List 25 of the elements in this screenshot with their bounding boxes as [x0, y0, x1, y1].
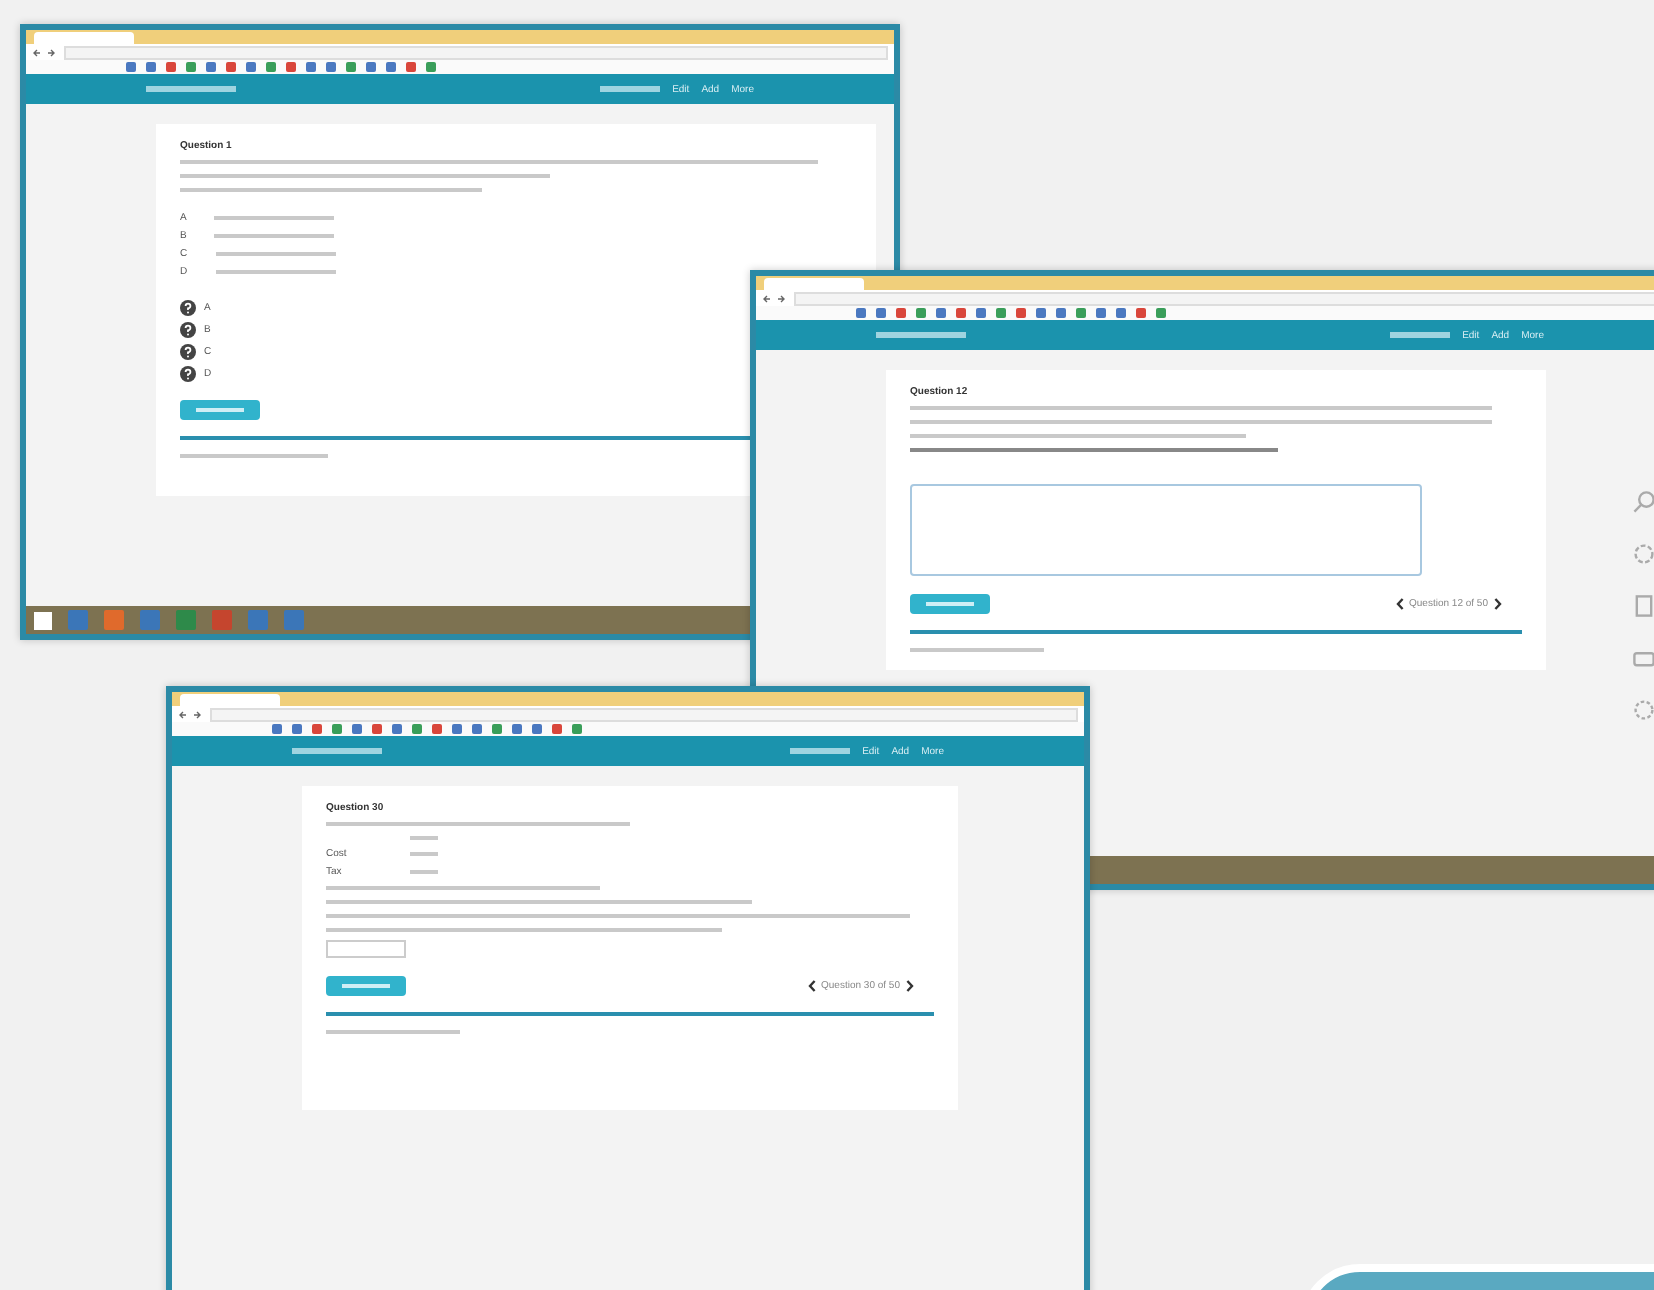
submit-button[interactable] — [910, 594, 990, 614]
option-text-line — [215, 270, 336, 274]
device-icon[interactable] — [1632, 646, 1654, 670]
navigation-arrows-icon[interactable] — [178, 709, 202, 719]
option-text-line — [214, 234, 335, 238]
help-icon[interactable] — [180, 344, 196, 360]
blurred-text-line — [410, 836, 438, 840]
blurred-text-line — [410, 852, 438, 856]
dropdown-field[interactable] — [326, 940, 406, 958]
search-icon[interactable] — [1632, 490, 1654, 514]
help-icon[interactable] — [180, 300, 196, 316]
blurred-text-line — [410, 870, 438, 874]
navigation-arrows-icon[interactable] — [762, 293, 786, 303]
navigation-arrows-icon[interactable] — [32, 47, 56, 57]
option-text-line — [215, 252, 336, 256]
help-icon[interactable] — [180, 366, 196, 382]
submit-button[interactable] — [180, 400, 260, 420]
answer-box[interactable] — [910, 484, 1422, 576]
option-text-line — [214, 216, 335, 220]
remaining-text-line — [910, 648, 1045, 652]
start-icon[interactable] — [34, 611, 52, 629]
device-icon[interactable] — [1632, 594, 1654, 618]
remaining-text-line — [326, 1030, 460, 1034]
submit-button[interactable] — [326, 976, 406, 996]
help-icon[interactable] — [180, 322, 196, 338]
